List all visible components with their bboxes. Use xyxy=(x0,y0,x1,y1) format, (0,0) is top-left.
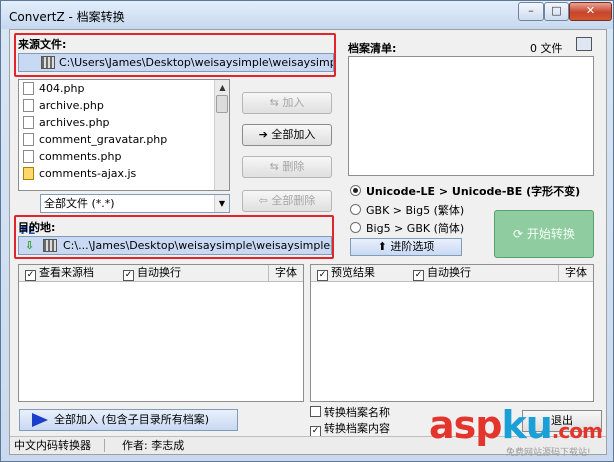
source-path-field[interactable]: C:\Users\James\Desktop\weisaysimple\weis… xyxy=(18,53,334,72)
view-source-checkbox[interactable]: ✓ 查看来源档 xyxy=(25,265,94,281)
wrap-checkbox-left[interactable]: ✓ 自动换行 xyxy=(123,265,181,281)
folder-tree-icon xyxy=(41,56,55,69)
watermark-subtitle: 免费网站源码下载站! xyxy=(506,448,591,458)
source-file-list[interactable]: 404.php archive.php archives.php comment… xyxy=(18,79,230,191)
radio[interactable] xyxy=(350,204,361,215)
start-convert-button[interactable]: ⟳ 开始转换 xyxy=(494,210,594,258)
list-item[interactable]: archive.php xyxy=(19,97,229,114)
preview-pane[interactable]: ✓ 预览结果 ✓ 自动换行 字体 xyxy=(310,264,594,402)
arrow-down-icon[interactable]: ⇩ xyxy=(25,237,34,254)
file-list-box[interactable] xyxy=(348,56,594,176)
preview-pane-header: ✓ 预览结果 ✓ 自动换行 字体 xyxy=(311,265,593,282)
list-item[interactable]: comments-ajax.js xyxy=(19,165,229,182)
wrap-checkbox-right[interactable]: ✓ 自动换行 xyxy=(413,265,471,281)
remove-all-button[interactable]: ⇦ 全部删除 xyxy=(242,190,332,212)
convert-content-checkbox[interactable]: ✓ 转换档案内容 xyxy=(310,421,390,437)
remove-button[interactable]: ⇆ 删除 xyxy=(242,156,332,178)
file-cabinet-icon[interactable] xyxy=(576,37,592,51)
list-item[interactable]: archives.php xyxy=(19,114,229,131)
window-title: ConvertZ - 档案转换 xyxy=(9,10,125,24)
scroll-thumb[interactable] xyxy=(216,95,228,113)
convert-name-checkbox[interactable]: 转换档案名称 xyxy=(310,405,390,420)
file-icon xyxy=(23,82,34,95)
radio[interactable] xyxy=(350,222,361,233)
app-window: ConvertZ - 档案转换 – □ ✕ 来源文件: C:\Users\Jam… xyxy=(0,0,614,462)
status-separator xyxy=(104,439,105,452)
list-item[interactable]: comments.php xyxy=(19,148,229,165)
status-author: 作者: 李志成 xyxy=(122,439,185,452)
file-icon xyxy=(23,99,34,112)
filter-value: 全部文件 (*.*) xyxy=(44,197,115,210)
arrow-right-icon xyxy=(32,413,48,427)
add-all-button[interactable]: ➔ 全部加入 xyxy=(242,124,332,146)
option-big5-gbk[interactable]: Big5 > GBK (简体) xyxy=(350,221,464,237)
minimize-button[interactable]: – xyxy=(518,2,544,21)
folder-tree-icon xyxy=(43,239,57,252)
title-bar[interactable]: ConvertZ - 档案转换 – □ ✕ xyxy=(1,1,613,29)
file-filter-select[interactable]: 全部文件 (*.*) ▼ xyxy=(40,194,230,213)
maximize-button[interactable]: □ xyxy=(544,2,569,21)
list-scrollbar[interactable]: ▲ xyxy=(214,80,229,190)
client-area: 来源文件: C:\Users\James\Desktop\weisaysimpl… xyxy=(9,29,607,455)
font-button-left[interactable]: 字体 xyxy=(268,265,297,281)
file-icon xyxy=(23,150,34,163)
radio-selected[interactable] xyxy=(350,185,361,196)
source-path-text: C:\Users\James\Desktop\weisaysimple\weis… xyxy=(59,56,334,69)
add-all-subdirs-button[interactable]: 全部加入 (包含子目录所有档案) xyxy=(19,409,238,431)
script-file-icon xyxy=(23,167,34,180)
option-gbk-big5[interactable]: GBK > Big5 (繁体) xyxy=(350,203,464,219)
list-item[interactable]: comment_gravatar.php xyxy=(19,131,229,148)
file-count: 0 文件 xyxy=(530,42,563,55)
list-item[interactable]: 404.php xyxy=(19,80,229,97)
add-button[interactable]: ⇆ 加入 xyxy=(242,92,332,114)
destination-path-text: C:\...\James\Desktop\weisaysimple\weisay… xyxy=(63,239,332,252)
file-list-label: 档案清单: xyxy=(348,42,397,55)
file-icon xyxy=(23,133,34,146)
font-button-right[interactable]: 字体 xyxy=(558,265,587,281)
source-pane-header: ✓ 查看来源档 ✓ 自动换行 字体 xyxy=(19,265,303,282)
destination-path-field[interactable]: ⇩ C:\...\James\Desktop\weisaysimple\weis… xyxy=(18,236,332,255)
source-view-pane[interactable]: ✓ 查看来源档 ✓ 自动换行 字体 xyxy=(18,264,304,402)
option-unicode[interactable]: Unicode-LE > Unicode-BE (字形不变) xyxy=(350,184,580,200)
advanced-options-button[interactable]: ⬆ 进阶选项 xyxy=(350,238,462,256)
file-icon xyxy=(23,116,34,129)
scroll-up-icon[interactable]: ▲ xyxy=(215,80,229,95)
chevron-down-icon[interactable]: ▼ xyxy=(214,195,229,212)
preview-checkbox[interactable]: ✓ 预览结果 xyxy=(317,265,375,281)
close-button[interactable]: ✕ xyxy=(569,2,612,21)
status-app-name: 中文内码转换器 xyxy=(14,439,91,452)
